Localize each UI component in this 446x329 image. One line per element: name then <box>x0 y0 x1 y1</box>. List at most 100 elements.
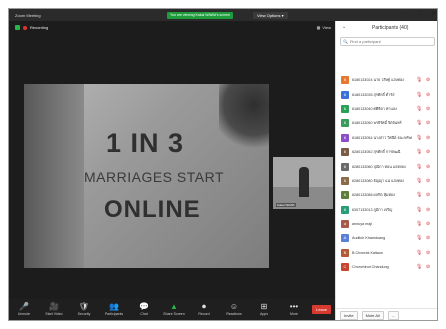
screen-share-banner: You are viewing Kakai WAWA's screen <box>167 12 234 19</box>
participant-row[interactable]: 6 6180133040 ศศิธิดา ค่าแลง 🎙 ⊘ <box>336 102 437 116</box>
reactions-label: Reactions <box>226 312 242 316</box>
participant-row[interactable]: 6 6280133052 สุรศักดิ์ การพัฒนี 🎙 ⊘ <box>336 145 437 159</box>
video-camera-icon: 🎥 <box>49 302 59 311</box>
participant-row[interactable]: 6 6280133080 ธัญญา แน่ แสงทอง 🎙 ⊘ <box>336 174 437 188</box>
participant-row[interactable]: a annuya maji 🎙 ⊘ <box>336 217 437 231</box>
participant-row[interactable]: B B.Chonrak Kaltaon 🎙 ⊘ <box>336 246 437 260</box>
search-icon: 🔍 <box>343 39 348 44</box>
unmute-button[interactable]: 🎤 Unmute <box>9 299 39 316</box>
muted-mic-icon[interactable]: 🎙 <box>416 264 422 270</box>
search-input[interactable] <box>349 39 430 44</box>
muted-mic-icon[interactable]: 🎙 <box>416 92 422 98</box>
muted-mic-icon[interactable]: 🎙 <box>416 207 422 213</box>
share-screen-button[interactable]: ▲ Share Screen <box>159 299 189 316</box>
muted-mic-icon[interactable]: 🎙 <box>416 106 422 112</box>
recording-label: Recording <box>30 25 49 30</box>
muted-mic-icon[interactable]: 🎙 <box>416 149 422 155</box>
video-off-icon[interactable]: ⊘ <box>426 120 430 126</box>
video-off-icon[interactable]: ⊘ <box>426 164 430 170</box>
participant-row[interactable]: 6 6307133013 ภูมิกา เจริญ 🎙 ⊘ <box>336 203 437 217</box>
video-off-icon[interactable]: ⊘ <box>426 192 430 198</box>
video-off-icon[interactable]: ⊘ <box>426 106 430 112</box>
video-off-icon[interactable]: ⊘ <box>426 264 430 270</box>
participant-name: 6280133080 ปุณิกา ทอน แสงทอง <box>352 164 406 169</box>
shield-icon <box>15 25 20 30</box>
participant-row[interactable]: 6 6280133080 ปุณิกา ทอน แสงทอง 🎙 ⊘ <box>336 159 437 173</box>
video-off-icon[interactable]: ⊘ <box>426 92 430 98</box>
leave-button[interactable]: Leave <box>312 305 331 314</box>
avatar: 6 <box>341 148 349 157</box>
muted-mic-icon[interactable]: 🎙 <box>416 221 422 227</box>
start-video-button[interactable]: 🎥 Start Video <box>39 299 69 316</box>
shield-icon: 🛡 <box>78 302 90 311</box>
video-off-icon[interactable]: ⊘ <box>426 250 430 256</box>
panel-footer: Invite Mute All ... <box>336 308 437 320</box>
presenter-video-thumbnail[interactable]: Kakai WAWA <box>273 157 333 209</box>
participant-row[interactable]: 6 6180133050 พรธิรัศมิ์ จิตจันทร์ 🎙 ⊘ <box>336 116 437 130</box>
video-off-icon[interactable]: ⊘ <box>426 207 430 213</box>
record-icon: ⏺ <box>202 302 206 311</box>
share-screen-label: Share Screen <box>163 312 185 316</box>
participant-name: B.Chonrak Kaltaon <box>352 250 383 255</box>
avatar: 6 <box>341 205 349 214</box>
meeting-toolbar: 🎤 Unmute 🎥 Start Video 🛡 Security 👥 Particip… <box>9 299 335 320</box>
muted-mic-icon[interactable]: 🎙 <box>416 250 422 256</box>
avatar: 6 <box>341 162 349 171</box>
microphone-icon: 🎤 <box>19 302 29 311</box>
chat-button[interactable]: 💬 Chat <box>129 299 159 316</box>
muted-mic-icon[interactable]: 🎙 <box>416 120 422 126</box>
security-button[interactable]: 🛡 Security <box>69 299 99 316</box>
invite-button[interactable]: Invite <box>340 311 358 320</box>
participant-row[interactable]: C Chonchinot Chandung 🎙 ⊘ <box>336 260 437 274</box>
close-icon[interactable]: ✕ <box>431 10 437 18</box>
video-off-icon[interactable]: ⊘ <box>426 135 430 141</box>
slide-plant-graphic <box>219 84 269 154</box>
record-button[interactable]: ⏺ Record <box>189 299 219 316</box>
participant-row[interactable]: A Auditch Khamduang 🎙 ⊘ <box>336 231 437 245</box>
participants-button[interactable]: 👥 Participants <box>99 299 129 316</box>
avatar: A <box>341 234 349 243</box>
participant-row[interactable]: 6 6280133086 ผลกิต หุ้มทอง 🎙 ⊘ <box>336 188 437 202</box>
muted-mic-icon[interactable]: 🎙 <box>416 164 422 170</box>
avatar: 6 <box>341 133 349 142</box>
participant-row[interactable]: 6 6180133054 นางสาว วิศนีย์ ธนะทรัพย์ 🎙 ⊘ <box>336 131 437 145</box>
more-button[interactable]: ••• More <box>279 299 309 316</box>
participant-row[interactable]: 6 6180133024 นาย วสิษฐ์ แสงทอง 🎙 ⊘ <box>336 73 437 87</box>
muted-mic-icon[interactable]: 🎙 <box>416 77 422 83</box>
avatar: 6 <box>341 90 349 99</box>
view-options-dropdown[interactable]: View Options ▾ <box>253 12 288 19</box>
view-button[interactable]: ▦ View <box>317 25 331 30</box>
people-icon: 👥 <box>109 302 119 311</box>
apps-label: Apps <box>260 312 268 316</box>
muted-mic-icon[interactable]: 🎙 <box>416 178 422 184</box>
video-off-icon[interactable]: ⊘ <box>426 235 430 241</box>
avatar: a <box>341 220 349 229</box>
participants-title: Participants (40) <box>372 25 409 31</box>
view-button-label: View <box>322 25 331 30</box>
video-off-icon[interactable]: ⊘ <box>426 77 430 83</box>
muted-mic-icon[interactable]: 🎙 <box>416 192 422 198</box>
maximize-icon[interactable]: □ <box>417 10 421 18</box>
chat-label: Chat <box>140 312 148 316</box>
chevron-down-icon[interactable]: ⌄ <box>342 24 346 30</box>
muted-mic-icon[interactable]: 🎙 <box>416 235 422 241</box>
muted-mic-icon[interactable]: 🎙 <box>416 135 422 141</box>
participant-search[interactable]: 🔍 <box>340 37 435 46</box>
apps-button[interactable]: ⊞ Apps <box>249 299 279 316</box>
recording-indicator: Recording <box>15 25 48 30</box>
participant-name: Chonchinot Chandung <box>352 265 389 270</box>
reactions-button[interactable]: ☺ Reactions <box>219 299 249 316</box>
mute-all-button[interactable]: Mute All <box>361 311 384 320</box>
title-bar: Zoom Meeting You are viewing Kakai WAWA'… <box>9 9 437 21</box>
view-options-label: View Options <box>257 13 281 18</box>
more-options-button[interactable]: ... <box>387 311 400 320</box>
video-off-icon[interactable]: ⊘ <box>426 178 430 184</box>
presenter-figure <box>299 167 309 197</box>
participant-name: 6180133035 สุรศักดิ์ ดำรัส <box>352 92 395 97</box>
video-off-icon[interactable]: ⊘ <box>426 221 430 227</box>
minimize-icon[interactable]: – <box>403 10 407 18</box>
video-off-icon[interactable]: ⊘ <box>426 149 430 155</box>
unmute-label: Unmute <box>17 312 31 316</box>
participant-row[interactable]: 6 6180133035 สุรศักดิ์ ดำรัส 🎙 ⊘ <box>336 87 437 101</box>
window-title: Zoom Meeting <box>15 13 41 18</box>
